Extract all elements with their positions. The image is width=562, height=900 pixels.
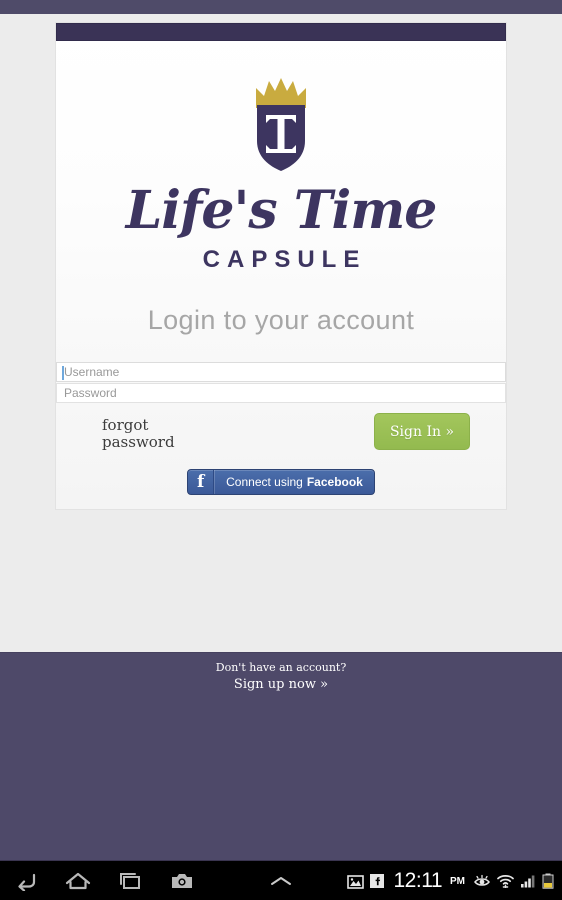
form-actions: forgot password Sign In » [56, 413, 506, 469]
page-title: Login to your account [147, 305, 415, 335]
login-form: Username Password forgot password Sign I… [56, 362, 506, 495]
facebook-connect-label: Connect using Facebook [214, 470, 374, 494]
chevron-up-icon [271, 877, 291, 885]
home-icon [65, 872, 91, 890]
top-status-strip [0, 0, 562, 14]
username-placeholder: Username [64, 365, 120, 379]
eye-icon [473, 874, 491, 888]
forgot-line-1: forgot [102, 416, 149, 434]
sign-up-link[interactable]: Sign up now » [0, 676, 562, 694]
recent-apps-button[interactable] [104, 861, 156, 900]
username-input[interactable]: Username [56, 362, 506, 382]
system-status-bar[interactable]: 12:11 PM [346, 861, 559, 900]
sign-in-button[interactable]: Sign In » [374, 413, 470, 450]
facebook-connect-row: f Connect using Facebook [56, 469, 506, 495]
wordmark-script: Life's Time [125, 180, 438, 241]
recent-apps-icon [120, 873, 140, 889]
text-caret [62, 366, 64, 380]
forgot-password-link[interactable]: forgot password [102, 417, 175, 451]
facebook-f-icon: f [188, 470, 215, 494]
status-clock: 12:11 [393, 869, 443, 892]
forgot-line-2: password [102, 433, 175, 451]
nav-buttons-group [0, 861, 208, 900]
crown-shield-logo-icon [256, 78, 306, 171]
camera-icon [172, 874, 192, 888]
screenshot-button[interactable] [156, 861, 208, 900]
status-meridiem: PM [450, 875, 465, 887]
no-account-text: Don't have an account? [215, 661, 347, 674]
facebook-notification-icon [369, 874, 384, 888]
back-arrow-icon [18, 873, 36, 891]
screen-root: Life's Time CAPSULE Login to your accoun… [0, 0, 562, 900]
expand-notifications-button[interactable] [258, 861, 304, 900]
password-placeholder: Password [64, 386, 117, 400]
signal-bars-icon [520, 874, 536, 888]
signup-footer-content: Don't have an account? Sign up now » [0, 653, 562, 694]
facebook-label-prefix: Connect using [226, 475, 303, 489]
image-notification-icon [346, 874, 364, 889]
home-button[interactable] [52, 861, 104, 900]
login-card: Life's Time CAPSULE Login to your accoun… [56, 23, 506, 509]
signup-footer: Don't have an account? Sign up now » [0, 652, 562, 860]
wordmark: Life's Time CAPSULE [56, 183, 506, 275]
facebook-connect-button[interactable]: f Connect using Facebook [187, 469, 375, 495]
wifi-icon [497, 874, 514, 888]
password-input[interactable]: Password [56, 383, 506, 403]
facebook-label-bold: Facebook [306, 475, 363, 489]
android-navigation-bar: 12:11 PM [0, 860, 562, 900]
page-body: Life's Time CAPSULE Login to your accoun… [0, 14, 562, 652]
back-button[interactable] [0, 861, 52, 900]
card-content: Life's Time CAPSULE Login to your accoun… [56, 41, 506, 509]
wordmark-subtitle: CAPSULE [202, 246, 367, 273]
battery-icon [542, 873, 554, 889]
card-header-bar [56, 23, 506, 41]
brand-logo [56, 41, 506, 173]
